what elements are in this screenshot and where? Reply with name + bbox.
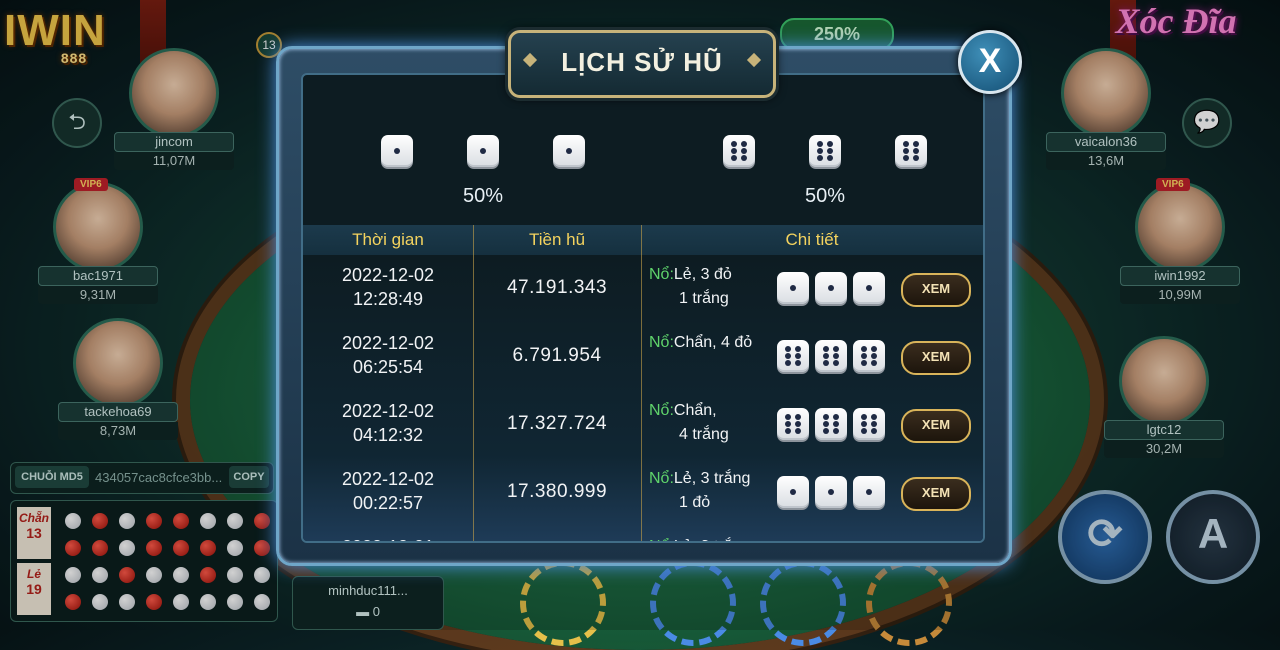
- row-prefix: Nổ:: [649, 334, 674, 351]
- row-detail: Nổ:Chẩn, 4 đỏ: [649, 331, 769, 355]
- row-detail-line2: 4 trắng: [679, 426, 729, 443]
- six-pip-die-icon: [809, 135, 841, 167]
- six-pip-die-icon: [853, 408, 885, 440]
- row-detail: Nổ:Lẻ, 3 trắng: [649, 535, 769, 541]
- one-pip-die-icon: [777, 272, 809, 304]
- row-prefix: Nổ:: [649, 470, 674, 487]
- row-clock: 12:28:49: [352, 289, 424, 309]
- row-prefix: Nổ:: [649, 402, 674, 419]
- table-row: 2022-12-02 06:25:54 6.791.954 Nổ:Chẩn, 4 đỏ…: [303, 323, 983, 391]
- row-clock: 04:12:32: [352, 425, 424, 445]
- row-time: 2022-12-02 00:22:57: [303, 467, 473, 515]
- row-dice: [777, 340, 885, 372]
- one-pip-die-icon: [815, 476, 847, 508]
- row-prefix: Nổ:: [649, 538, 674, 541]
- row-time: 2022-12-02 06:25:54: [303, 331, 473, 379]
- summary-all-red: 50%: [715, 135, 935, 208]
- ornament: [746, 52, 762, 68]
- modal-title: LỊCH SỬ HŨ: [508, 30, 776, 98]
- row-detail-line2: 1 trắng: [679, 290, 729, 307]
- modal-body: 50% 50% Thời gian Tiền hũ Chi tiết 2022-…: [301, 73, 985, 543]
- row-detail-line2: 1 đỏ: [679, 494, 711, 511]
- summary-all-white: 50%: [373, 135, 593, 208]
- row-clock: 00:22:57: [352, 493, 424, 513]
- row-amount: 6.791.954: [512, 345, 602, 366]
- row-amount: 17.380.999: [506, 481, 608, 502]
- view-button[interactable]: XEM: [901, 477, 971, 511]
- row-amount: 47.191.343: [506, 277, 608, 298]
- row-amount: 17.327.724: [506, 413, 608, 434]
- summary-percent: 50%: [462, 185, 504, 207]
- row-date: 2022-12-02: [341, 469, 435, 489]
- six-pip-die-icon: [815, 408, 847, 440]
- row-time: 2022-12-02 12:28:49: [303, 263, 473, 311]
- row-time: 2022-12-01: [303, 535, 473, 541]
- row-detail-line1: Lẻ, 3 trắng: [673, 470, 751, 487]
- table-row: 2022-12-0140.282.854Nổ:Lẻ, 3 trắngXEM: [303, 527, 983, 541]
- six-pip-die-icon: [777, 340, 809, 372]
- header-time: Thời gian: [352, 230, 424, 249]
- one-pip-die-icon: [553, 135, 585, 167]
- row-detail-line1: Chẩn, 4 đỏ: [673, 334, 753, 351]
- table-row: 2022-12-02 04:12:32 17.327.724 Nổ:Chẩn, 4 tr…: [303, 391, 983, 459]
- six-pip-die-icon: [853, 340, 885, 372]
- summary-percent: 50%: [804, 185, 846, 207]
- row-dice: [777, 272, 885, 304]
- jackpot-history-modal: 50% 50% Thời gian Tiền hũ Chi tiết 2022-…: [276, 46, 1012, 566]
- column-divider: [473, 225, 474, 541]
- one-pip-die-icon: [815, 272, 847, 304]
- row-dice: [777, 408, 885, 440]
- ornament: [522, 52, 538, 68]
- row-date: 2022-12-01: [303, 535, 473, 541]
- table-body[interactable]: 2022-12-02 12:28:49 47.191.343 Nổ:Lẻ, 3 đỏ 1…: [303, 255, 983, 541]
- header-detail: Chi tiết: [785, 230, 839, 249]
- view-button[interactable]: XEM: [901, 341, 971, 375]
- row-time: 2022-12-02 04:12:32: [303, 399, 473, 447]
- table-header: Thời gian Tiền hũ Chi tiết: [303, 225, 983, 256]
- row-date: 2022-12-02: [341, 333, 435, 353]
- row-detail: Nổ:Lẻ, 3 trắng 1 đỏ: [649, 467, 769, 515]
- row-prefix: Nổ:: [649, 266, 674, 283]
- row-detail-line1: Chẩn,: [673, 402, 717, 419]
- row-date: 2022-12-02: [341, 401, 435, 421]
- header-pot: Tiền hũ: [528, 230, 586, 249]
- row-detail: Nổ:Lẻ, 3 đỏ 1 trắng: [649, 263, 769, 311]
- view-button[interactable]: XEM: [901, 409, 971, 443]
- six-pip-die-icon: [723, 135, 755, 167]
- table-row: 2022-12-02 00:22:57 17.380.999 Nổ:Lẻ, 3 trắ…: [303, 459, 983, 527]
- view-button[interactable]: XEM: [901, 273, 971, 307]
- table-row: 2022-12-02 12:28:49 47.191.343 Nổ:Lẻ, 3 đỏ 1…: [303, 255, 983, 323]
- row-dice: [777, 476, 885, 508]
- six-pip-die-icon: [777, 408, 809, 440]
- six-pip-die-icon: [895, 135, 927, 167]
- one-pip-die-icon: [777, 476, 809, 508]
- one-pip-die-icon: [467, 135, 499, 167]
- column-divider: [641, 225, 642, 541]
- row-detail: Nổ:Chẩn, 4 trắng: [649, 399, 769, 447]
- row-date: 2022-12-02: [341, 265, 435, 285]
- one-pip-die-icon: [381, 135, 413, 167]
- one-pip-die-icon: [853, 476, 885, 508]
- one-pip-die-icon: [853, 272, 885, 304]
- close-button[interactable]: X: [958, 30, 1022, 94]
- row-clock: 06:25:54: [352, 357, 424, 377]
- six-pip-die-icon: [815, 340, 847, 372]
- row-detail-line1: Lẻ, 3 đỏ: [673, 266, 732, 283]
- row-detail-line1: Lẻ, 3 trắng: [674, 538, 751, 541]
